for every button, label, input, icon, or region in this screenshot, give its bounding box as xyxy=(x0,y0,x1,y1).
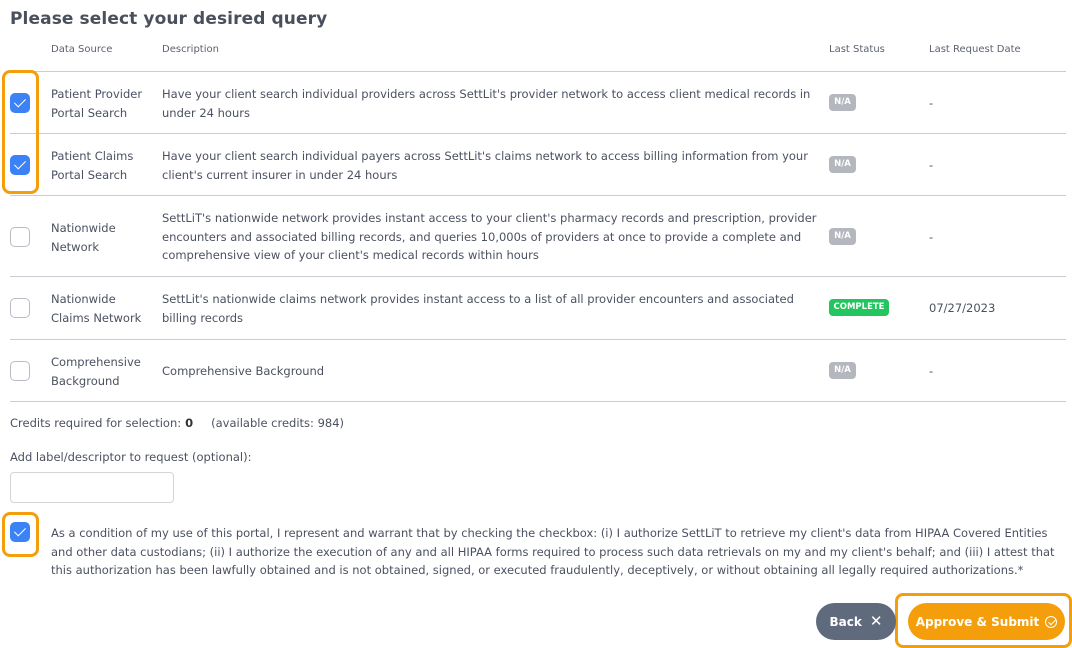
back-button-label: Back xyxy=(829,614,862,629)
status-badge: N/A xyxy=(829,362,856,379)
header-data-source: Data Source xyxy=(51,44,113,55)
close-icon: ✕ xyxy=(869,612,883,630)
submit-button-label: Approve & Submit xyxy=(915,614,1040,629)
row-description: SettLit's nationwide claims network prov… xyxy=(162,292,794,325)
row-description: Have your client search individual payer… xyxy=(162,149,808,182)
data-source-name: Patient Claims Portal Search xyxy=(51,149,134,182)
row-description: Comprehensive Background xyxy=(162,364,325,378)
authorization-checkbox[interactable] xyxy=(10,522,30,542)
back-button[interactable]: Back ✕ xyxy=(816,603,896,640)
page-title: Please select your desired query xyxy=(10,9,328,29)
table-row[interactable]: Comprehensive Background Comprehensive B… xyxy=(10,339,1066,401)
row-checkbox[interactable] xyxy=(10,361,30,381)
last-request-date: - xyxy=(929,96,934,110)
table-row[interactable]: Patient Provider Portal Search Have your… xyxy=(10,71,1066,133)
row-description: Have your client search individual provi… xyxy=(162,87,811,120)
authorization-text: As a condition of my use of this portal,… xyxy=(51,526,1055,577)
label-field-label: Add label/descriptor to request (optiona… xyxy=(10,450,252,464)
last-request-date: 07/27/2023 xyxy=(929,301,996,315)
table-row[interactable]: Nationwide Claims Network SettLit's nati… xyxy=(10,276,1066,339)
table-row[interactable]: Nationwide Network SettLiT's nationwide … xyxy=(10,195,1066,276)
last-request-date: - xyxy=(929,158,934,172)
data-source-name: Nationwide Network xyxy=(51,221,116,254)
status-badge: COMPLETE xyxy=(829,299,889,316)
row-description: SettLiT's nationwide network provides in… xyxy=(162,211,817,262)
data-source-name: Comprehensive Background xyxy=(51,355,141,388)
table-row[interactable]: Patient Claims Portal Search Have your c… xyxy=(10,133,1066,195)
header-last-request-date: Last Request Date xyxy=(929,44,1021,55)
approve-submit-button[interactable]: Approve & Submit xyxy=(908,603,1065,640)
status-badge: N/A xyxy=(829,228,856,245)
credits-summary: Credits required for selection: 0 (availab… xyxy=(10,416,344,430)
header-description: Description xyxy=(162,44,219,55)
credits-label: Credits required for selection: xyxy=(10,416,182,430)
table-bottom-divider xyxy=(10,401,1066,402)
header-last-status: Last Status xyxy=(829,44,885,55)
checkbox-highlight xyxy=(2,70,39,194)
last-request-date: - xyxy=(929,364,934,378)
status-badge: N/A xyxy=(829,156,856,173)
available-credits: (available credits: 984) xyxy=(211,416,345,430)
last-request-date: - xyxy=(929,230,934,244)
label-descriptor-input[interactable] xyxy=(10,472,174,503)
row-checkbox[interactable] xyxy=(10,227,30,247)
row-checkbox[interactable] xyxy=(10,298,30,318)
credits-value: 0 xyxy=(185,416,194,430)
status-badge: N/A xyxy=(829,94,856,111)
data-source-name: Nationwide Claims Network xyxy=(51,292,142,325)
data-source-name: Patient Provider Portal Search xyxy=(51,87,143,120)
check-circle-icon xyxy=(1045,615,1058,628)
